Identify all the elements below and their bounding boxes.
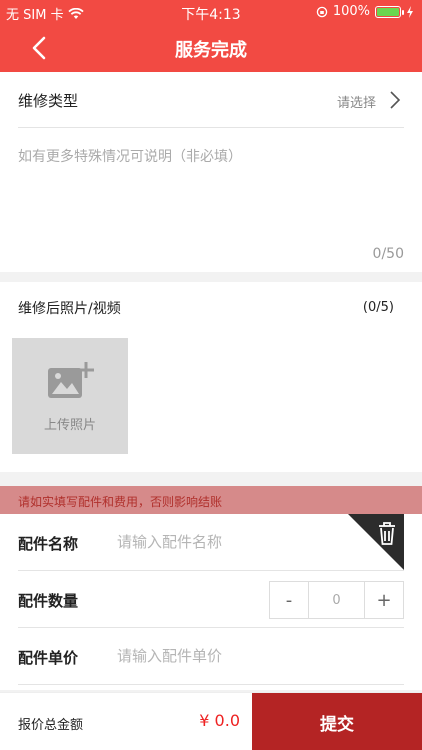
delete-part-icon[interactable] — [348, 514, 404, 570]
battery-percent: 100% — [332, 4, 370, 19]
status-bar: 无 SIM 卡 下午4:13 100% — [0, 0, 422, 24]
page-title: 服务完成 — [175, 40, 247, 61]
repair-type-label: 维修类型 — [18, 92, 79, 110]
part-price-input[interactable] — [117, 644, 337, 668]
remark-char-count: 0/50 — [372, 246, 404, 262]
charging-icon — [407, 5, 413, 18]
qty-value[interactable]: 0 — [308, 582, 365, 618]
quantity-stepper: - 0 + — [269, 581, 404, 619]
upload-photo-button[interactable]: 上传照片 — [12, 338, 128, 454]
upload-photo-label: 上传照片 — [43, 418, 96, 433]
divider — [18, 684, 404, 685]
orientation-lock-icon — [316, 6, 328, 17]
bottom-bar: 报价总金额 ¥ 0.0 提交 — [0, 692, 422, 750]
add-image-icon — [48, 362, 94, 398]
status-right: 100% — [316, 4, 414, 19]
part-name-label: 配件名称 — [18, 535, 79, 553]
repair-type-row[interactable]: 维修类型 请选择 — [0, 72, 422, 128]
media-section: 维修后照片/视频 (0/5) 上传照片 — [0, 282, 422, 472]
repair-type-value[interactable]: 请选择 — [337, 92, 376, 111]
remark-section: 0/50 — [0, 128, 422, 272]
qty-minus-button[interactable]: - — [270, 582, 308, 618]
media-label: 维修后照片/视频 — [18, 301, 121, 317]
notice-banner: 请如实填写配件和费用，否则影响结账 — [0, 486, 422, 514]
part-name-row: 配件名称 — [0, 514, 422, 571]
parts-section: 配件名称 配件数量 - 0 + 配件单价 — [0, 514, 422, 690]
remark-textarea[interactable] — [18, 146, 404, 236]
qty-plus-button[interactable]: + — [365, 582, 403, 618]
chevron-right-icon — [390, 91, 401, 109]
nav-bar: 服务完成 — [0, 24, 422, 72]
part-price-row: 配件单价 — [0, 628, 422, 685]
part-name-input[interactable] — [117, 530, 337, 554]
total-label: 报价总金额 — [18, 718, 84, 733]
battery-icon — [375, 5, 404, 18]
media-count: (0/5) — [362, 300, 394, 315]
part-qty-label: 配件数量 — [18, 592, 79, 610]
part-price-label: 配件单价 — [18, 649, 79, 667]
submit-button[interactable]: 提交 — [252, 693, 422, 750]
total-amount: ¥ 0.0 — [199, 711, 240, 730]
part-qty-row: 配件数量 - 0 + — [0, 571, 422, 628]
